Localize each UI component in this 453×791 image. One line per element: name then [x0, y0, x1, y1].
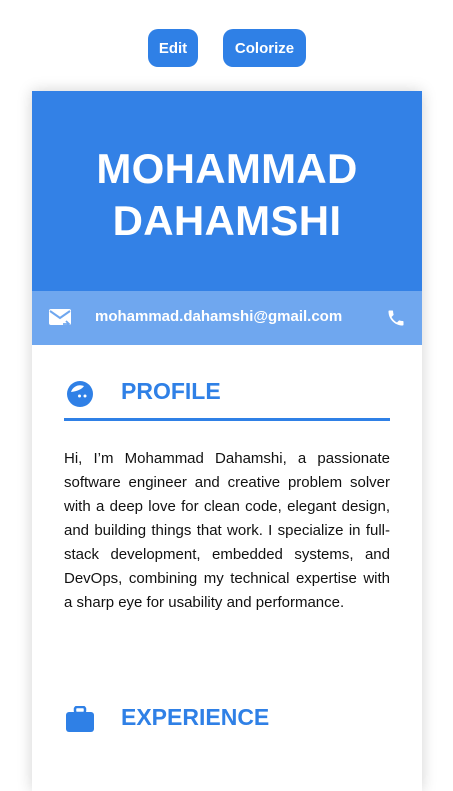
resume-card: MOHAMMAD DAHAMSHI mohammad.dahamshi@gmai… — [32, 91, 422, 791]
resume-header: MOHAMMAD DAHAMSHI — [32, 91, 422, 291]
contact-bar: mohammad.dahamshi@gmail.com — [32, 291, 422, 345]
briefcase-icon — [66, 706, 94, 732]
email-text[interactable]: mohammad.dahamshi@gmail.com — [95, 308, 342, 325]
profile-section-title: PROFILE — [121, 378, 221, 404]
name-line-1: MOHAMMAD — [96, 145, 358, 192]
email-icon — [49, 309, 71, 327]
phone-icon — [388, 310, 404, 326]
name-line-2: DAHAMSHI — [112, 197, 342, 244]
experience-section-title: EXPERIENCE — [121, 704, 270, 730]
profile-face-icon — [67, 381, 93, 407]
profile-divider — [64, 418, 390, 421]
toolbar: Edit Colorize — [0, 29, 453, 67]
colorize-button[interactable]: Colorize — [223, 29, 306, 67]
edit-button[interactable]: Edit — [148, 29, 198, 67]
profile-description: Hi, I’m Mohammad Dahamshi, a passionate … — [64, 450, 390, 611]
resume-name: MOHAMMAD DAHAMSHI — [32, 143, 422, 247]
